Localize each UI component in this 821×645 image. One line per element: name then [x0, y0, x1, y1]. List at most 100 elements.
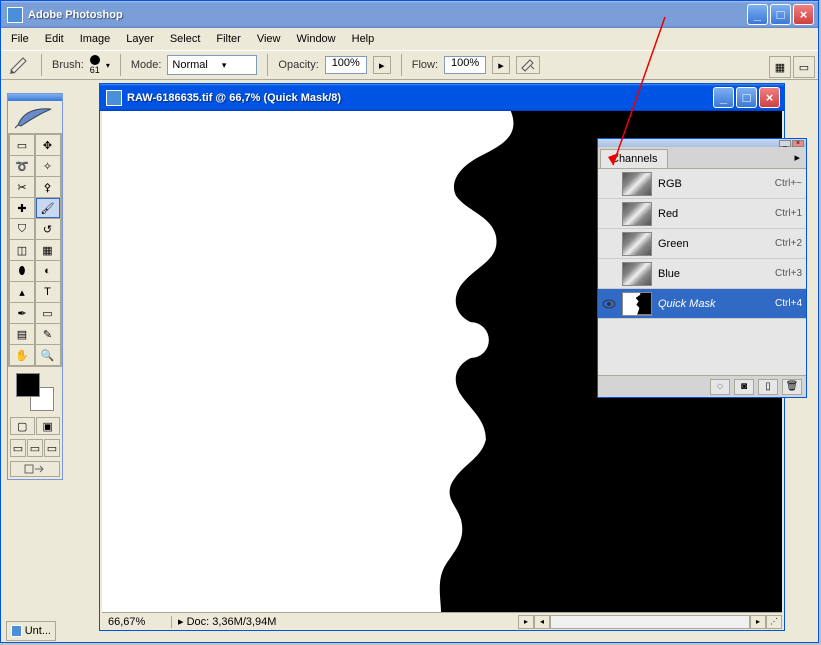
- menu-filter[interactable]: Filter: [208, 30, 248, 48]
- gradient-tool[interactable]: ▦: [36, 240, 60, 260]
- channels-tab[interactable]: Channels: [600, 149, 668, 168]
- path-select-tool[interactable]: ▴: [10, 282, 34, 302]
- taskbar-label: Unt...: [25, 625, 51, 637]
- opacity-flyout-button[interactable]: ▸: [373, 56, 391, 74]
- visibility-toggle[interactable]: [602, 267, 616, 281]
- doc-info[interactable]: ▸ Doc: 3,36M/3,94M: [172, 615, 282, 628]
- eraser-tool[interactable]: ◫: [10, 240, 34, 260]
- main-titlebar[interactable]: Adobe Photoshop _ □ ×: [1, 1, 818, 28]
- channel-thumb: [622, 202, 652, 226]
- screen-mode-2[interactable]: ▭: [27, 439, 43, 457]
- maximize-button[interactable]: □: [770, 4, 791, 25]
- channel-shortcut: Ctrl+1: [775, 208, 802, 219]
- channels-tab-row: Channels ▸: [598, 147, 806, 169]
- scroll-menu-button[interactable]: ▸: [518, 615, 534, 629]
- crop-tool[interactable]: ✂: [10, 177, 34, 197]
- panel-menu-button[interactable]: ▸: [788, 147, 806, 168]
- flow-label: Flow:: [412, 59, 438, 71]
- doc-close-button[interactable]: ×: [759, 87, 780, 108]
- hand-tool[interactable]: ✋: [10, 345, 34, 365]
- menu-image[interactable]: Image: [72, 30, 119, 48]
- screen-mode-1[interactable]: ▭: [10, 439, 26, 457]
- eyedropper-tool[interactable]: ✎: [36, 324, 60, 344]
- scroll-grip[interactable]: ⋰: [766, 615, 782, 629]
- wand-tool[interactable]: ✧: [36, 156, 60, 176]
- visibility-toggle[interactable]: [602, 207, 616, 221]
- h-scrollbar[interactable]: ▸ ◂ ▸ ⋰: [282, 615, 782, 629]
- brush-dropdown-icon[interactable]: ▾: [106, 61, 110, 70]
- panel-minimize-button[interactable]: _: [779, 140, 791, 147]
- foreground-color[interactable]: [16, 373, 40, 397]
- standard-mode-button[interactable]: ▢: [10, 417, 35, 435]
- marquee-tool[interactable]: ▭: [10, 135, 34, 155]
- channel-row-green[interactable]: GreenCtrl+2: [598, 229, 806, 259]
- separator: [41, 54, 42, 76]
- opacity-label: Opacity:: [278, 59, 318, 71]
- scroll-right-button[interactable]: ▸: [750, 615, 766, 629]
- scroll-track[interactable]: [550, 615, 750, 629]
- pen-tool[interactable]: ✒: [10, 303, 34, 323]
- doc-maximize-button[interactable]: □: [736, 87, 757, 108]
- channels-panel[interactable]: _ × Channels ▸ RGBCtrl+~RedCtrl+1GreenCt…: [597, 138, 807, 398]
- new-channel-button[interactable]: ▯: [758, 379, 778, 395]
- menu-select[interactable]: Select: [162, 30, 209, 48]
- mode-select[interactable]: Normal: [167, 55, 257, 75]
- workspace-button[interactable]: ▭: [793, 56, 815, 78]
- visibility-toggle[interactable]: [602, 237, 616, 251]
- screen-mode-3[interactable]: ▭: [44, 439, 60, 457]
- channel-row-rgb[interactable]: RGBCtrl+~: [598, 169, 806, 199]
- doc-statusbar: 66,67% ▸ Doc: 3,36M/3,94M ▸ ◂ ▸ ⋰: [102, 612, 782, 630]
- channel-shortcut: Ctrl+2: [775, 238, 802, 249]
- zoom-field[interactable]: 66,67%: [102, 616, 172, 628]
- flow-input[interactable]: 100%: [444, 56, 486, 74]
- menu-edit[interactable]: Edit: [37, 30, 72, 48]
- airbrush-button[interactable]: [516, 56, 540, 74]
- menu-layer[interactable]: Layer: [118, 30, 162, 48]
- brush-preview-icon: [90, 55, 100, 65]
- zoom-tool[interactable]: 🔍: [36, 345, 60, 365]
- quickmask-mode-button[interactable]: ▣: [36, 417, 61, 435]
- channel-row-quick-mask[interactable]: Quick MaskCtrl+4: [598, 289, 806, 319]
- menu-view[interactable]: View: [249, 30, 289, 48]
- taskbar-doc-button[interactable]: Unt...: [6, 621, 56, 641]
- move-tool[interactable]: ✥: [36, 135, 60, 155]
- channel-row-blue[interactable]: BlueCtrl+3: [598, 259, 806, 289]
- menu-window[interactable]: Window: [289, 30, 344, 48]
- lasso-tool[interactable]: ➰: [10, 156, 34, 176]
- notes-tool[interactable]: ▤: [10, 324, 34, 344]
- delete-channel-button[interactable]: 🗑: [782, 379, 802, 395]
- panel-close-button[interactable]: ×: [792, 140, 804, 147]
- brush-tool-icon[interactable]: [9, 56, 31, 74]
- opacity-input[interactable]: 100%: [325, 56, 367, 74]
- minimize-button[interactable]: _: [747, 4, 768, 25]
- channels-panel-header[interactable]: _ ×: [598, 139, 806, 147]
- brush-tool[interactable]: 🖌: [36, 198, 60, 218]
- separator: [120, 54, 121, 76]
- palette-button[interactable]: ▦: [769, 56, 791, 78]
- visibility-toggle[interactable]: [602, 177, 616, 191]
- jump-to-button[interactable]: [10, 461, 60, 477]
- channel-row-red[interactable]: RedCtrl+1: [598, 199, 806, 229]
- heal-tool[interactable]: ✚: [10, 198, 34, 218]
- stamp-tool[interactable]: ⛉: [10, 219, 34, 239]
- scroll-left-button[interactable]: ◂: [534, 615, 550, 629]
- doc-minimize-button[interactable]: _: [713, 87, 734, 108]
- type-tool[interactable]: T: [36, 282, 60, 302]
- shape-tool[interactable]: ▭: [36, 303, 60, 323]
- toolbox-titlebar[interactable]: [8, 94, 62, 101]
- save-selection-button[interactable]: ◙: [734, 379, 754, 395]
- blur-tool[interactable]: ⬮: [10, 261, 34, 281]
- menu-file[interactable]: File: [3, 30, 37, 48]
- brush-preset[interactable]: 61: [90, 55, 100, 75]
- menu-help[interactable]: Help: [344, 30, 383, 48]
- dodge-tool[interactable]: ◐: [36, 261, 60, 281]
- toolbox[interactable]: ▭ ✥ ➰ ✧ ✂ ⚴ ✚ 🖌 ⛉ ↺ ◫ ▦ ⬮ ◐ ▴ T ✒ ▭ ▤ ✎ …: [7, 93, 63, 480]
- flow-flyout-button[interactable]: ▸: [492, 56, 510, 74]
- color-swatches[interactable]: [8, 367, 62, 415]
- doc-titlebar[interactable]: RAW-6186635.tif @ 66,7% (Quick Mask/8) _…: [100, 84, 784, 111]
- slice-tool[interactable]: ⚴: [36, 177, 60, 197]
- visibility-toggle[interactable]: [602, 297, 616, 311]
- history-brush-tool[interactable]: ↺: [36, 219, 60, 239]
- load-selection-button[interactable]: ◌: [710, 379, 730, 395]
- close-button[interactable]: ×: [793, 4, 814, 25]
